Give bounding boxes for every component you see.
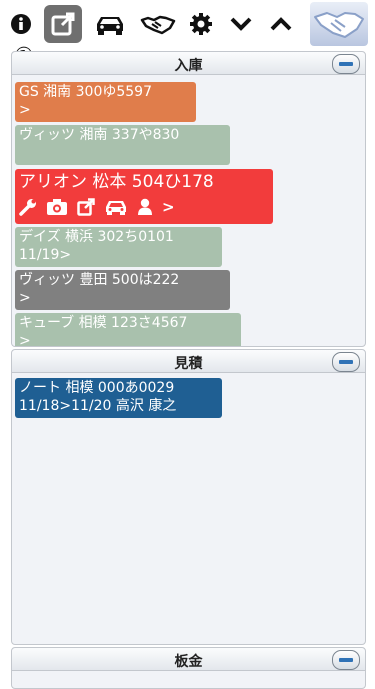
card-detail: > (19, 290, 31, 306)
edit-button[interactable] (44, 5, 82, 43)
collapse-button[interactable] (332, 650, 360, 670)
collapse-all-button[interactable] (226, 6, 256, 42)
card-detail: > (19, 102, 31, 118)
card-title: キューブ 相模 123さ4567 (19, 315, 188, 331)
job-card[interactable]: GS 湘南 300ゆ5597 > (15, 82, 196, 122)
panel-title: 見積 (174, 356, 203, 372)
panel-title: 入庫 (174, 58, 203, 74)
panel-header-nyuko[interactable]: 入庫 (12, 52, 365, 75)
card-detail: 11/19> (19, 247, 72, 263)
card-title: ヴィッツ 湘南 337や830 (19, 127, 180, 143)
handshake-logo-icon (314, 12, 364, 38)
car-icon (97, 17, 123, 35)
info-button[interactable] (6, 6, 36, 42)
chevron-down-icon (230, 17, 252, 31)
collapse-button[interactable] (332, 352, 360, 372)
card-title: GS 湘南 300ゆ5597 (19, 84, 152, 100)
chevron-up-icon (270, 17, 292, 31)
card-detail: > (19, 333, 31, 347)
panel-header-mitsumori[interactable]: 見積 (12, 350, 365, 373)
more-link[interactable]: > (162, 198, 175, 216)
camera-icon[interactable] (46, 198, 68, 216)
external-link-icon[interactable] (77, 198, 95, 216)
job-card[interactable]: キューブ 相模 123さ4567 > (15, 313, 241, 347)
card-title: デイズ 横浜 302ち0101 (19, 229, 174, 245)
handshake-icon (140, 15, 176, 35)
panel-nyuko: 入庫 GS 湘南 300ゆ5597 > ヴィッツ 湘南 337や830 アリオン… (11, 51, 366, 347)
card-title: アリオン 松本 504ひ178 (19, 172, 214, 192)
card-title: ヴィッツ 豊田 500は222 (19, 272, 180, 288)
panel-header-bankin[interactable]: 板金 (12, 648, 365, 671)
panel-title: 板金 (174, 654, 203, 670)
car-button[interactable] (92, 6, 128, 42)
panel-mitsumori: 見積 ノート 相模 000あ0029 11/18>11/20 高沢 康之 (11, 349, 366, 645)
info-icon (11, 14, 31, 34)
external-edit-icon (51, 12, 75, 36)
job-card-selected[interactable]: アリオン 松本 504ひ178 > (15, 169, 273, 224)
car-icon[interactable] (104, 198, 128, 216)
user-icon[interactable] (137, 198, 153, 216)
job-card[interactable]: ヴィッツ 湘南 337や830 (15, 125, 230, 165)
gear-icon (190, 13, 212, 35)
handshake-button[interactable] (138, 6, 178, 42)
job-card[interactable]: ヴィッツ 豊田 500は222 > (15, 270, 230, 310)
job-card[interactable]: ノート 相模 000あ0029 11/18>11/20 高沢 康之 (15, 378, 222, 418)
expand-all-button[interactable] (266, 6, 296, 42)
wrench-icon[interactable] (19, 198, 37, 216)
card-title: ノート 相模 000あ0029 (19, 380, 175, 396)
card-actions: > (19, 198, 269, 216)
panel-bankin: 板金 (11, 647, 366, 689)
collapse-button[interactable] (332, 54, 360, 74)
settings-button[interactable] (186, 6, 216, 42)
job-card[interactable]: デイズ 横浜 302ち0101 11/19> (15, 227, 222, 267)
handshake-logo-button[interactable] (310, 2, 368, 46)
toolbar (0, 0, 375, 48)
card-detail: 11/18>11/20 高沢 康之 (19, 398, 177, 414)
